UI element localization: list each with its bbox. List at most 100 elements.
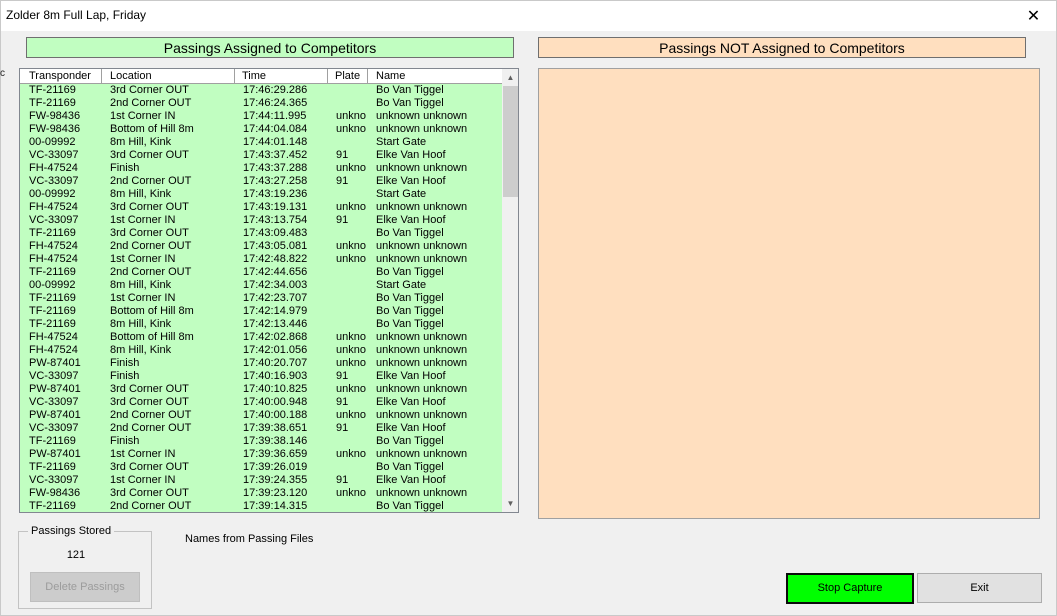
table-row[interactable]: PW-87401 1st Corner IN 17:39:36.659 unkno un… [20, 448, 502, 461]
column-header-transponder[interactable]: Transponder [20, 69, 102, 83]
cell-name: Elke Van Hoof [376, 370, 446, 382]
delete-passings-button[interactable]: Delete Passings [30, 572, 140, 602]
unassigned-passings-list[interactable] [538, 68, 1040, 519]
table-row[interactable]: TF-21169 3rd Corner OUT 17:46:29.286 Bo Van… [20, 84, 502, 97]
cell-name: Elke Van Hoof [376, 149, 446, 161]
cell-transponder: VC-33097 [29, 422, 79, 434]
unassigned-header: Passings NOT Assigned to Competitors [538, 37, 1026, 58]
table-row[interactable]: FH-47524 1st Corner IN 17:42:48.822 unkno un… [20, 253, 502, 266]
cell-name: Bo Van Tiggel [376, 84, 444, 96]
table-row[interactable]: TF-21169 2nd Corner OUT 17:39:14.315 Bo Van… [20, 500, 502, 512]
cell-transponder: FH-47524 [29, 201, 78, 213]
cell-plate: 91 [336, 175, 349, 187]
cell-location: 8m Hill, Kink [110, 188, 172, 200]
cell-transponder: VC-33097 [29, 370, 79, 382]
table-row[interactable]: VC-33097 3rd Corner OUT 17:40:00.948 91 Elke… [20, 396, 502, 409]
cell-name: unknown unknown [376, 487, 468, 499]
table-row[interactable]: FW-98436 3rd Corner OUT 17:39:23.120 unkno u… [20, 487, 502, 500]
cell-plate: 91 [336, 396, 349, 408]
table-row[interactable]: VC-33097 3rd Corner OUT 17:43:37.452 91 Elke… [20, 149, 502, 162]
stop-capture-button[interactable]: Stop Capture [786, 573, 914, 604]
column-header-name[interactable]: Name [368, 69, 502, 83]
cell-name: Start Gate [376, 279, 427, 291]
vertical-scrollbar[interactable]: ▲ ▼ [502, 69, 518, 512]
table-row[interactable]: TF-21169 1st Corner IN 17:42:23.707 Bo Van … [20, 292, 502, 305]
cell-plate: 91 [336, 214, 349, 226]
cell-location: Finish [110, 162, 140, 174]
cell-name: Bo Van Tiggel [376, 461, 444, 473]
table-row[interactable]: TF-21169 3rd Corner OUT 17:43:09.483 Bo Van… [20, 227, 502, 240]
cell-plate: unkno [336, 201, 366, 213]
cell-name: unknown unknown [376, 240, 468, 252]
exit-button[interactable]: Exit [917, 573, 1042, 603]
table-row[interactable]: PW-87401 2nd Corner OUT 17:40:00.188 unkno u… [20, 409, 502, 422]
cell-plate: unkno [336, 110, 366, 122]
cell-transponder: 00-09992 [29, 279, 76, 291]
cell-time: 17:39:38.146 [243, 435, 308, 447]
cell-name: Elke Van Hoof [376, 396, 446, 408]
cell-time: 17:40:10.825 [243, 383, 308, 395]
cell-plate: unkno [336, 383, 366, 395]
table-row[interactable]: FH-47524 Bottom of Hill 8m 17:42:02.868 unk… [20, 331, 502, 344]
cell-time: 17:40:16.903 [243, 370, 308, 382]
cell-name: Bo Van Tiggel [376, 435, 444, 447]
cell-name: Bo Van Tiggel [376, 292, 444, 304]
cell-name: Bo Van Tiggel [376, 305, 444, 317]
cell-time: 17:44:11.995 [243, 110, 307, 122]
cell-name: unknown unknown [376, 357, 468, 369]
cell-plate: unkno [336, 331, 366, 343]
table-row[interactable]: TF-21169 Finish 17:39:38.146 Bo Van Tiggel [20, 435, 502, 448]
table-row[interactable]: FW-98436 1st Corner IN 17:44:11.995 unkno un… [20, 110, 502, 123]
assigned-passings-list[interactable]: Transponder Location Time Plate Name TF-… [19, 68, 519, 513]
table-row[interactable]: 00-09992 8m Hill, Kink 17:42:34.003 Start G… [20, 279, 502, 292]
table-row[interactable]: VC-33097 1st Corner IN 17:43:13.754 91 Elke … [20, 214, 502, 227]
cell-location: 3rd Corner OUT [110, 227, 189, 239]
table-row[interactable]: FH-47524 3rd Corner OUT 17:43:19.131 unkno u… [20, 201, 502, 214]
cell-plate: unkno [336, 357, 366, 369]
table-row[interactable]: VC-33097 2nd Corner OUT 17:39:38.651 91 Elke… [20, 422, 502, 435]
table-row[interactable]: FW-98436 Bottom of Hill 8m 17:44:04.084 unk… [20, 123, 502, 136]
title-bar: Zolder 8m Full Lap, Friday ✕ [1, 1, 1056, 31]
close-icon[interactable]: ✕ [1011, 1, 1056, 31]
cell-transponder: FW-98436 [29, 487, 81, 499]
table-row[interactable]: TF-21169 Bottom of Hill 8m 17:42:14.979 Bo … [20, 305, 502, 318]
cell-transponder: VC-33097 [29, 175, 79, 187]
column-header-time[interactable]: Time [235, 69, 328, 83]
cell-transponder: TF-21169 [29, 84, 76, 96]
table-row[interactable]: 00-09992 8m Hill, Kink 17:44:01.148 Start G… [20, 136, 502, 149]
cell-transponder: PW-87401 [29, 383, 81, 395]
cell-location: Finish [110, 435, 140, 447]
cell-transponder: 00-09992 [29, 136, 76, 148]
cell-location: 3rd Corner OUT [110, 396, 189, 408]
passings-stored-count: 121 [66, 549, 86, 561]
cell-plate: 91 [336, 370, 349, 382]
cell-location: 3rd Corner OUT [110, 383, 189, 395]
cell-time: 17:46:24.365 [243, 97, 308, 109]
table-row[interactable]: TF-21169 3rd Corner OUT 17:39:26.019 Bo Van… [20, 461, 502, 474]
table-row[interactable]: PW-87401 Finish 17:40:20.707 unkno unknown u… [20, 357, 502, 370]
table-row[interactable]: 00-09992 8m Hill, Kink 17:43:19.236 Start G… [20, 188, 502, 201]
table-row[interactable]: VC-33097 2nd Corner OUT 17:43:27.258 91 Elke… [20, 175, 502, 188]
column-header-plate[interactable]: Plate [328, 69, 368, 83]
cell-transponder: FH-47524 [29, 331, 78, 343]
cell-time: 17:39:24.355 [243, 474, 308, 486]
table-row[interactable]: TF-21169 8m Hill, Kink 17:42:13.446 Bo Van … [20, 318, 502, 331]
cell-location: 8m Hill, Kink [110, 279, 172, 291]
cell-name: unknown unknown [376, 448, 468, 460]
cell-transponder: FH-47524 [29, 240, 78, 252]
cell-time: 17:40:00.188 [243, 409, 308, 421]
table-row[interactable]: TF-21169 2nd Corner OUT 17:46:24.365 Bo Van… [20, 97, 502, 110]
scroll-up-icon[interactable]: ▲ [502, 69, 518, 86]
cell-location: 1st Corner IN [110, 253, 176, 265]
scroll-down-icon[interactable]: ▼ [502, 495, 518, 512]
table-row[interactable]: FH-47524 Finish 17:43:37.288 unkno unknown u… [20, 162, 502, 175]
scroll-thumb[interactable] [503, 86, 518, 197]
table-row[interactable]: VC-33097 1st Corner IN 17:39:24.355 91 Elke … [20, 474, 502, 487]
table-row[interactable]: FH-47524 2nd Corner OUT 17:43:05.081 unkno u… [20, 240, 502, 253]
table-row[interactable]: PW-87401 3rd Corner OUT 17:40:10.825 unkno u… [20, 383, 502, 396]
table-row[interactable]: VC-33097 Finish 17:40:16.903 91 Elke Van Hoo… [20, 370, 502, 383]
table-row[interactable]: FH-47524 8m Hill, Kink 17:42:01.056 unkno un… [20, 344, 502, 357]
table-row[interactable]: TF-21169 2nd Corner OUT 17:42:44.656 Bo Van… [20, 266, 502, 279]
list-column-headers: Transponder Location Time Plate Name [20, 69, 502, 84]
column-header-location[interactable]: Location [102, 69, 235, 83]
